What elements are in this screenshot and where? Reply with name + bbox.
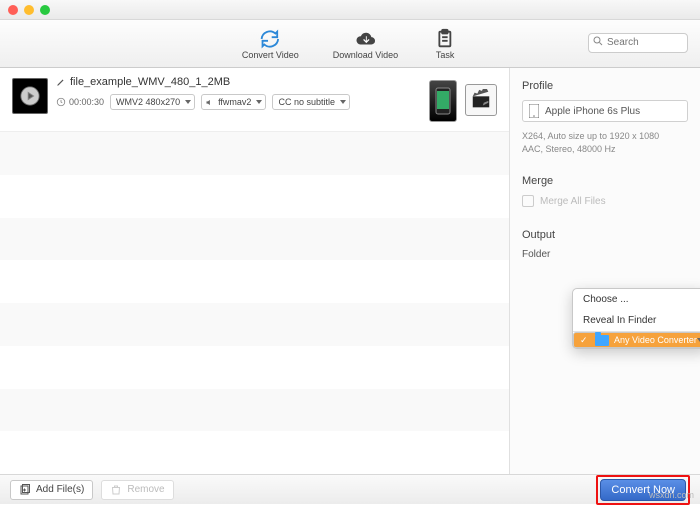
volume-icon [205,98,214,107]
file-row[interactable]: file_example_WMV_480_1_2MB 00:00:30 WMV2… [0,68,509,132]
remove-button[interactable]: Remove [101,480,173,500]
sidebar: Profile Apple iPhone 6s Plus X264, Auto … [510,68,700,474]
profile-value: Apple iPhone 6s Plus [545,106,640,117]
menu-choose[interactable]: Choose ... [573,289,700,310]
convert-video-label: Convert Video [242,50,299,60]
traffic-lights[interactable] [8,5,50,15]
audio-format-select[interactable]: ffwmav2 [201,94,266,110]
pencil-icon[interactable] [56,77,66,87]
folder-icon [595,335,609,346]
search-icon [592,35,604,47]
menu-selected-folder[interactable]: ✓ Any Video Converter [573,332,700,348]
add-files-label: Add File(s) [36,484,84,495]
task-label: Task [436,50,455,60]
device-preview-button[interactable] [429,80,457,122]
clipboard-icon [432,28,458,50]
close-window-button[interactable] [8,5,18,15]
profile-info-1: X264, Auto size up to 1920 x 1080 [522,130,688,143]
phone-small-icon [529,104,539,118]
watermark: wsxdn.com [649,490,694,500]
minimize-window-button[interactable] [24,5,34,15]
subtitle-select[interactable]: CC no subtitle [272,94,350,110]
clock-icon [56,97,66,107]
merge-heading: Merge [522,175,688,187]
file-duration: 00:00:30 [69,97,104,107]
merge-checkbox-label: Merge All Files [540,196,606,207]
video-thumbnail[interactable] [12,78,48,114]
checkbox-box [522,195,534,207]
file-name: file_example_WMV_480_1_2MB [70,76,230,88]
add-files-button[interactable]: Add File(s) [10,480,93,500]
phone-icon [435,87,451,115]
file-list: file_example_WMV_480_1_2MB 00:00:30 WMV2… [0,68,510,474]
folder-label: Folder [522,249,550,260]
download-video-tab[interactable]: Download Video [333,28,398,60]
footer: Add File(s) Remove Convert Now [0,474,700,504]
edit-video-button[interactable] [465,84,497,116]
remove-label: Remove [127,484,164,495]
play-icon [19,85,41,107]
zoom-window-button[interactable] [40,5,50,15]
refresh-icon [257,28,283,50]
menu-reveal[interactable]: Reveal In Finder [573,310,700,331]
profile-select[interactable]: Apple iPhone 6s Plus [522,100,688,122]
trash-icon [110,484,122,496]
download-video-label: Download Video [333,50,398,60]
main-toolbar: Convert Video Download Video Task [0,20,700,68]
menu-selected-label: Any Video Converter [614,335,697,345]
video-format-select[interactable]: WMV2 480x270 [110,94,195,110]
convert-video-tab[interactable]: Convert Video [242,28,299,60]
window-titlebar [0,0,700,20]
task-tab[interactable]: Task [432,28,458,60]
cloud-download-icon [352,28,378,50]
output-folder-menu[interactable]: Choose ... Reveal In Finder ✓ Any Video … [572,288,700,349]
profile-heading: Profile [522,80,688,92]
merge-all-checkbox[interactable]: Merge All Files [522,195,688,207]
clapperboard-icon [470,89,492,111]
search-field[interactable] [588,32,688,53]
output-heading: Output [522,229,688,241]
add-file-icon [19,484,31,496]
profile-info-2: AAC, Stereo, 48000 Hz [522,143,688,156]
checkmark-icon: ✓ [580,335,590,346]
